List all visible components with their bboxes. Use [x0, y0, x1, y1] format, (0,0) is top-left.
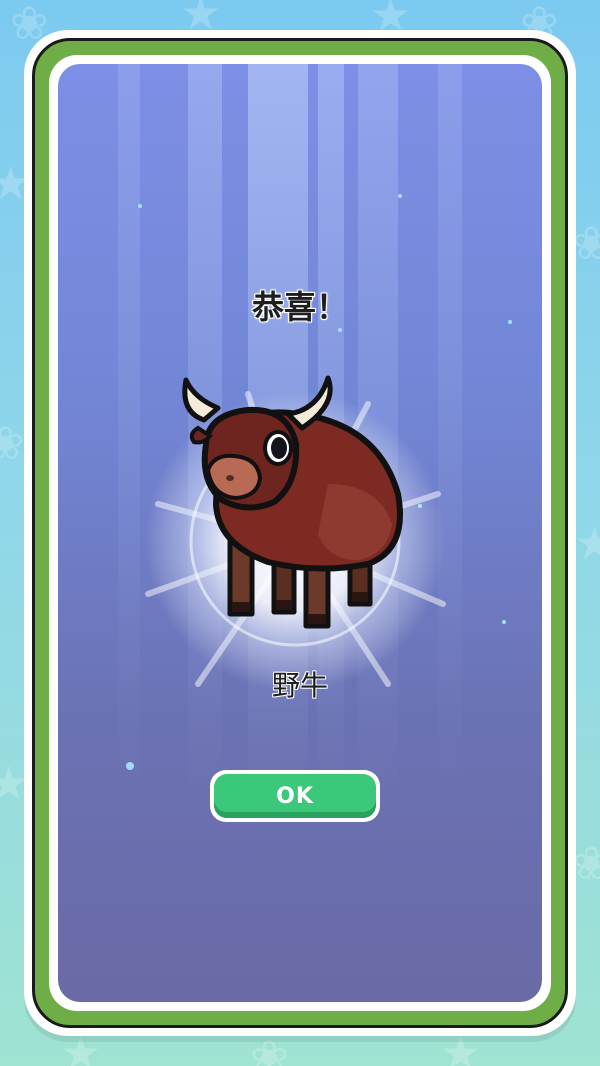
sparkle: [138, 204, 142, 208]
paw-icon: ❀: [250, 1030, 289, 1066]
animal-name: 野牛: [271, 669, 328, 702]
star-icon: ★: [574, 516, 600, 570]
paw-icon: ❀: [0, 416, 25, 470]
ok-button[interactable]: OK: [210, 770, 380, 822]
sparkle: [338, 328, 342, 332]
dialog-frame: 恭喜！ 野牛 OK: [32, 38, 568, 1028]
ok-button-label[interactable]: OK: [214, 774, 376, 818]
paw-icon: ❀: [572, 216, 600, 270]
bison-icon: [182, 375, 403, 629]
congrats-title: 恭喜！: [251, 288, 348, 326]
reward-panel: 恭喜！ 野牛 OK: [58, 64, 542, 1002]
sparkle: [398, 194, 402, 198]
reward-dialog: 恭喜！ 野牛 OK: [24, 30, 576, 1036]
sparkle: [126, 762, 134, 770]
sparkle: [502, 620, 506, 624]
dialog-inner-border: 恭喜！ 野牛 OK: [49, 55, 551, 1011]
paw-icon: ❀: [572, 836, 600, 890]
